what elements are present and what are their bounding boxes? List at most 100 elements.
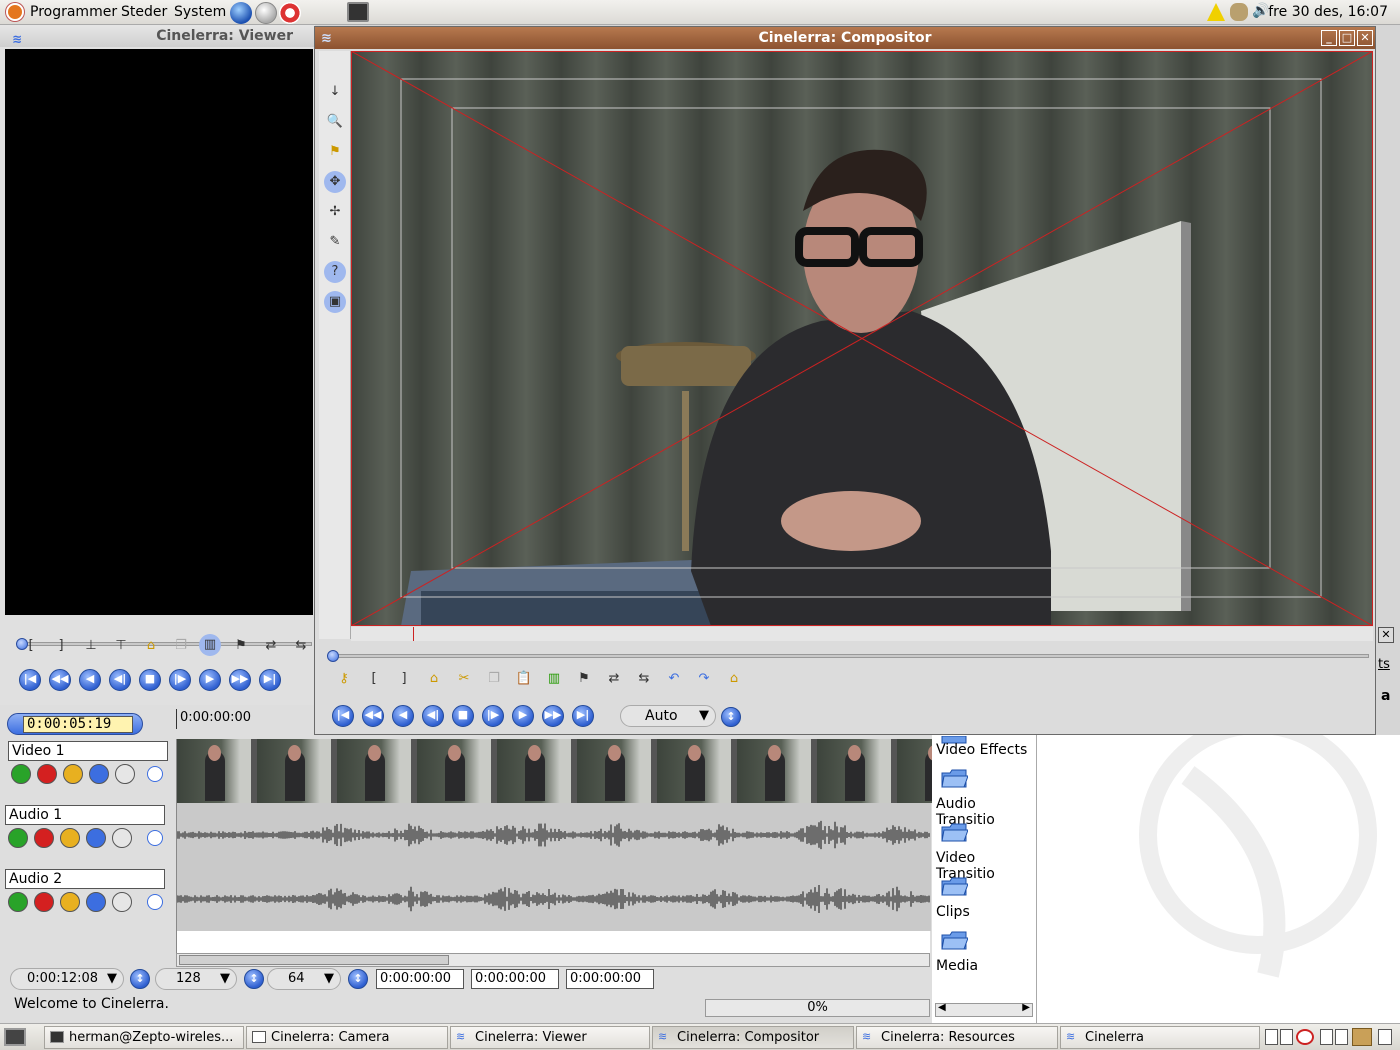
selection-start-field[interactable]: 0:00:00:00	[376, 969, 464, 989]
frame-back-icon[interactable]: ◀|	[109, 669, 131, 691]
gang-track-icon[interactable]	[60, 828, 80, 848]
record-track-icon[interactable]	[34, 892, 54, 912]
next-label-icon[interactable]: ⇆	[290, 635, 312, 657]
resources-folder-list[interactable]: Video Effects Audio Transitio Video Tran…	[932, 735, 1037, 1023]
folder-icon[interactable]	[940, 767, 969, 789]
folder-list-scrollbar[interactable]: ◀ ▶	[935, 1002, 1033, 1017]
fast-reverse-icon[interactable]: ◀◀	[49, 669, 71, 691]
close-icon[interactable]: ✕	[1378, 627, 1394, 643]
overwrite-icon[interactable]: ⊤	[110, 635, 132, 657]
compositor-scrub-knob[interactable]	[327, 650, 339, 662]
play-icon[interactable]: ▶	[199, 669, 221, 691]
reverse-play-icon[interactable]: ◀	[392, 705, 414, 727]
draw-track-icon[interactable]	[86, 892, 106, 912]
zoom-amp-select[interactable]: 64 ▼	[267, 968, 341, 990]
expand-track-icon[interactable]	[147, 766, 163, 782]
web-browser-icon[interactable]	[230, 2, 252, 24]
ubuntu-logo-icon[interactable]	[6, 3, 24, 21]
expand-track-icon[interactable]	[147, 830, 163, 846]
mark-out-icon[interactable]: ]	[50, 635, 72, 657]
draw-track-icon[interactable]	[89, 764, 109, 784]
video-track-thumbnails[interactable]	[177, 739, 932, 803]
compositor-timebar[interactable]	[351, 627, 1373, 641]
gang-track-icon[interactable]	[63, 764, 83, 784]
workspace-1[interactable]	[1265, 1029, 1278, 1045]
help-icon[interactable]	[279, 2, 301, 24]
record-track-icon[interactable]	[34, 828, 54, 848]
workspace-2[interactable]	[1280, 1029, 1293, 1045]
crop-icon[interactable]: ✎	[324, 231, 346, 253]
track-name-audio-1[interactable]: Audio 1	[5, 805, 165, 825]
play-icon[interactable]: ▶	[512, 705, 534, 727]
track-name-video-1[interactable]: Video 1	[8, 741, 168, 761]
help-icon[interactable]: ?	[324, 261, 346, 283]
workspace-3[interactable]	[1320, 1029, 1333, 1045]
copy-icon[interactable]: ❐	[483, 668, 505, 690]
undo-icon[interactable]: ↶	[663, 668, 685, 690]
minimize-icon[interactable]: _	[1321, 30, 1337, 46]
play-track-icon[interactable]	[11, 764, 31, 784]
copy-icon[interactable]: ❐	[170, 635, 192, 657]
menu-system[interactable]: System	[174, 4, 226, 20]
mark-out-icon[interactable]: ]	[393, 668, 415, 690]
show-desktop-icon[interactable]	[4, 1028, 26, 1046]
maximize-icon[interactable]: □	[1339, 30, 1355, 46]
redo-icon[interactable]: ↷	[693, 668, 715, 690]
audio-2-waveform[interactable]	[177, 867, 931, 931]
frame-forward-icon[interactable]: |▶	[482, 705, 504, 727]
zoom-duration-select[interactable]: 0:00:12:08 ▼	[10, 968, 124, 990]
zoom-tumbler-icon[interactable]: ↕	[721, 707, 741, 727]
fast-reverse-icon[interactable]: ◀◀	[362, 705, 384, 727]
viewer-titlebar[interactable]: ≋ Cinelerra: Viewer	[0, 25, 315, 47]
zoom-samples-select[interactable]: 128 ▼	[155, 968, 237, 990]
scroll-left-icon[interactable]: ◀	[938, 1002, 946, 1013]
to-clip-icon[interactable]: ⌂	[423, 668, 445, 690]
safe-region-icon[interactable]: ▣	[324, 291, 346, 313]
menu-applications[interactable]: Programmer	[30, 4, 117, 20]
frame-forward-icon[interactable]: |▶	[169, 669, 191, 691]
mask-icon[interactable]: ⚑	[324, 141, 346, 163]
task-cinelerra-viewer[interactable]: ≋ Cinelerra: Viewer	[450, 1026, 650, 1049]
timeline-scrollbar-thumb[interactable]	[179, 955, 449, 965]
label-icon[interactable]: ⚑	[230, 635, 252, 657]
menu-places[interactable]: Steder	[121, 4, 167, 20]
partial-tab-label[interactable]: ts	[1378, 657, 1390, 672]
folder-icon[interactable]	[940, 875, 969, 897]
folder-label-video-effects[interactable]: Video Effects	[936, 742, 1027, 758]
audio-1-waveform[interactable]	[177, 803, 931, 867]
paste-icon[interactable]: 📋	[513, 668, 535, 690]
cut-icon[interactable]: ✂	[453, 668, 475, 690]
warning-icon[interactable]	[1207, 3, 1225, 21]
resources-asset-area[interactable]	[1038, 735, 1400, 1023]
draw-track-icon[interactable]	[86, 828, 106, 848]
power-plug-icon[interactable]	[1230, 3, 1248, 21]
rewind-icon[interactable]: |◀	[19, 669, 41, 691]
overwrite-icon[interactable]: ⌂	[723, 668, 745, 690]
folder-icon[interactable]	[940, 821, 969, 843]
close-icon[interactable]: ✕	[1357, 30, 1373, 46]
mute-track-icon[interactable]	[115, 764, 135, 784]
stop-icon[interactable]: ■	[139, 669, 161, 691]
jump-end-icon[interactable]: ▶|	[259, 669, 281, 691]
splice-icon[interactable]: ⊥	[80, 635, 102, 657]
timeline-canvas[interactable]	[176, 739, 932, 953]
label-icon[interactable]: ⚑	[573, 668, 595, 690]
folder-icon[interactable]	[940, 929, 969, 951]
record-track-icon[interactable]	[37, 764, 57, 784]
zoom-duration-tumbler-icon[interactable]: ↕	[130, 969, 150, 989]
mark-in-icon[interactable]: [	[20, 635, 42, 657]
viewer-video-area[interactable]	[5, 49, 313, 615]
workspace-5[interactable]	[1378, 1029, 1392, 1045]
task-terminal[interactable]: herman@Zepto-wireles...	[44, 1026, 244, 1049]
expand-track-icon[interactable]	[147, 894, 163, 910]
compositor-video-frame[interactable]	[351, 51, 1373, 626]
mute-track-icon[interactable]	[112, 828, 132, 848]
gang-track-icon[interactable]	[60, 892, 80, 912]
mute-track-icon[interactable]	[112, 892, 132, 912]
meters-icon[interactable]: ▥	[543, 668, 565, 690]
zoom-amp-tumbler-icon[interactable]: ↕	[348, 969, 368, 989]
task-cinelerra-compositor[interactable]: ≋ Cinelerra: Compositor	[652, 1026, 854, 1049]
fast-forward-icon[interactable]: ▶▶	[229, 669, 251, 691]
mark-in-icon[interactable]: [	[363, 668, 385, 690]
compositor-scrub-bar[interactable]	[331, 654, 1369, 658]
